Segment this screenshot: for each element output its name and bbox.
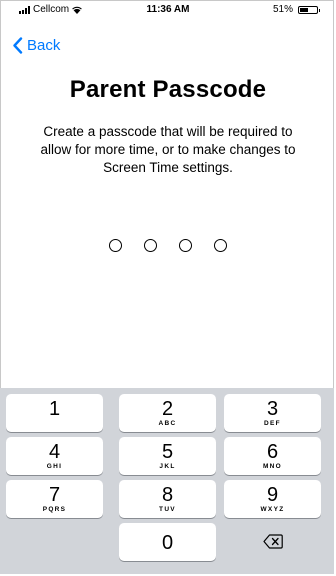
key-digit: 4 [48, 441, 61, 463]
passcode-dot [144, 239, 157, 252]
page-description: Create a passcode that will be required … [40, 124, 296, 175]
key-digit: 2 [161, 398, 174, 420]
back-label: Back [27, 37, 61, 54]
key-letters: JKL [159, 463, 176, 470]
passcode-dot [214, 239, 227, 252]
key-digit: 3 [266, 398, 279, 420]
page-title: Parent Passcode [69, 76, 267, 103]
key-digit: 9 [266, 484, 279, 506]
key-8[interactable]: 8 TUV [119, 480, 216, 518]
key-4[interactable]: 4 GHI [6, 437, 103, 475]
battery-status: 51% [272, 4, 320, 15]
delete-key[interactable] [224, 523, 321, 561]
battery-fill [300, 7, 308, 12]
key-letters: ABC [158, 420, 177, 427]
battery-icon [298, 5, 320, 14]
key-letters: DEF [264, 420, 281, 427]
key-letters: GHI [46, 463, 63, 470]
key-digit: 6 [266, 441, 279, 463]
key-digit: 0 [161, 532, 174, 554]
keypad-blank [6, 523, 103, 561]
key-5[interactable]: 5 JKL [119, 437, 216, 475]
key-letters: PQRS [42, 506, 67, 513]
key-2[interactable]: 2 ABC [119, 394, 216, 432]
key-letters: TUV [159, 506, 176, 513]
back-button[interactable]: Back [12, 37, 60, 54]
passcode-dot [109, 239, 122, 252]
battery-percent: 51% [272, 4, 293, 15]
key-1[interactable]: 1 [6, 394, 103, 432]
key-letters: MNO [262, 463, 283, 470]
status-bar: Cellcom 11:36 AM 51% [0, 0, 336, 20]
key-9[interactable]: 9 WXYZ [224, 480, 321, 518]
key-digit: 1 [48, 398, 61, 420]
chevron-left-icon [13, 37, 23, 54]
key-6[interactable]: 6 MNO [224, 437, 321, 475]
key-digit: 8 [161, 484, 174, 506]
key-letters: WXYZ [260, 506, 285, 513]
passcode-indicator [0, 239, 336, 252]
passcode-dot [179, 239, 192, 252]
key-digit: 5 [161, 441, 174, 463]
key-3[interactable]: 3 DEF [224, 394, 321, 432]
numeric-keypad: 1 2 ABC 3 DEF 4 GHI 5 JKL 6 MNO 7 PQRS 8… [0, 388, 334, 574]
key-7[interactable]: 7 PQRS [6, 480, 103, 518]
key-0[interactable]: 0 [119, 523, 216, 561]
key-digit: 7 [48, 484, 61, 506]
backspace-icon [262, 534, 283, 549]
